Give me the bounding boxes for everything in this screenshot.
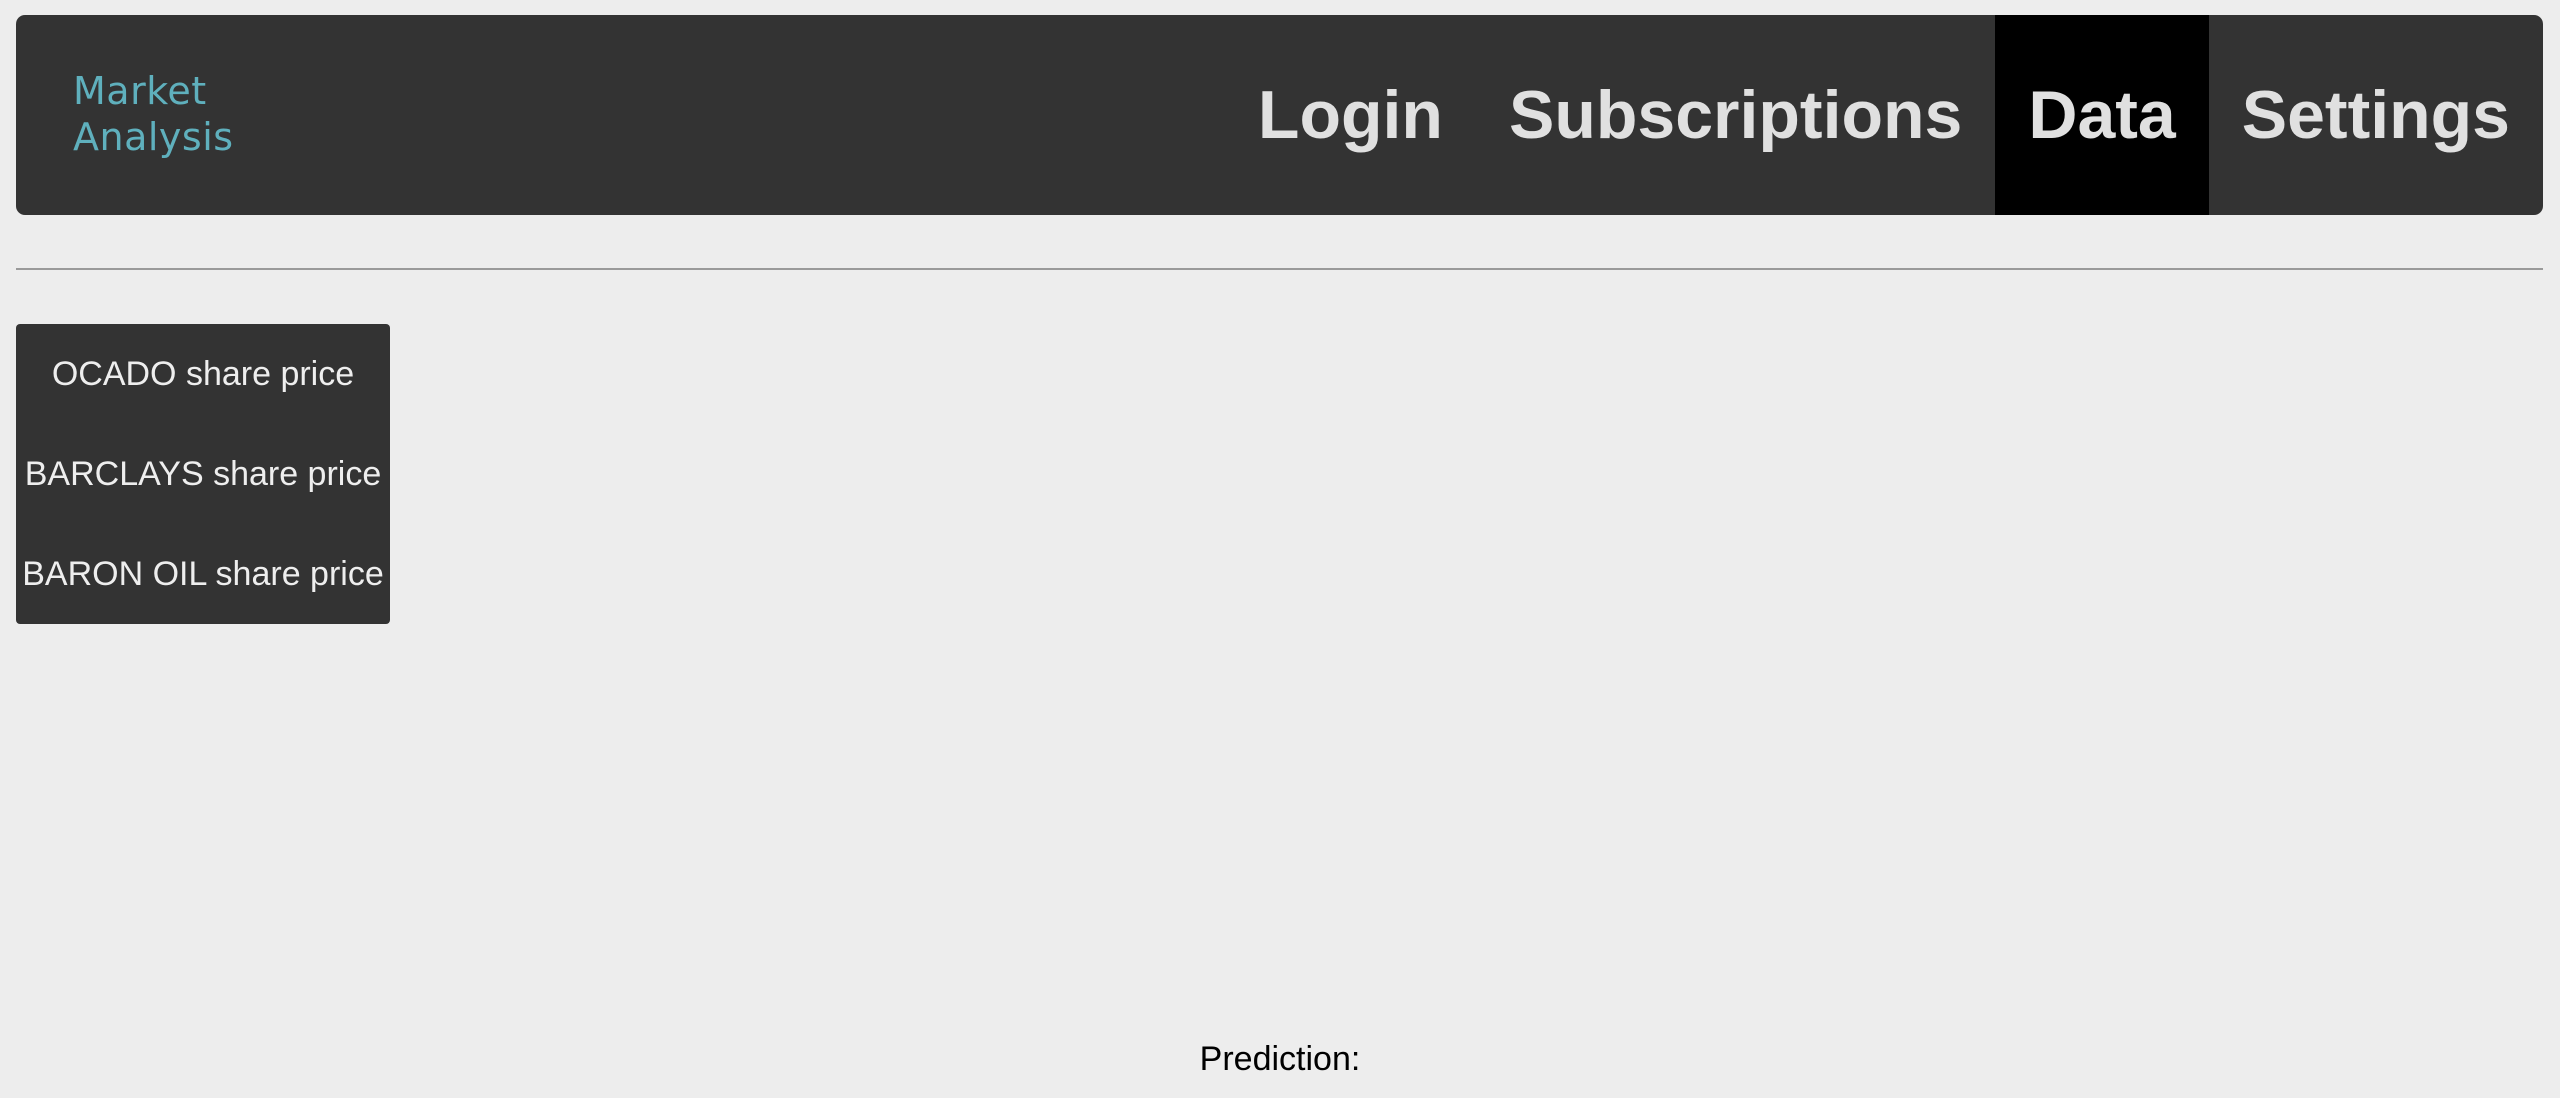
top-navbar: Market Analysis Login Subscriptions Data… xyxy=(16,15,2543,215)
stock-item-ocado[interactable]: OCADO share price xyxy=(16,349,390,399)
stock-item-barclays[interactable]: BARCLAYS share price xyxy=(16,449,390,499)
prediction-label: Prediction: xyxy=(1199,1040,1361,1078)
nav-settings-link[interactable]: Settings xyxy=(2209,15,2543,215)
nav-links: Login Subscriptions Data Settings xyxy=(1225,15,2543,215)
nav-data-link[interactable]: Data xyxy=(1995,15,2209,215)
brand-line-2: Analysis xyxy=(73,115,234,159)
stock-selector-menu: OCADO share price BARCLAYS share price B… xyxy=(16,324,390,624)
nav-login-link[interactable]: Login xyxy=(1225,15,1476,215)
brand-logo[interactable]: Market Analysis xyxy=(73,68,234,160)
brand-line-1: Market xyxy=(73,69,207,113)
stock-item-baron-oil[interactable]: BARON OIL share price xyxy=(16,549,390,599)
horizontal-divider xyxy=(16,268,2543,270)
nav-subscriptions-link[interactable]: Subscriptions xyxy=(1476,15,1995,215)
